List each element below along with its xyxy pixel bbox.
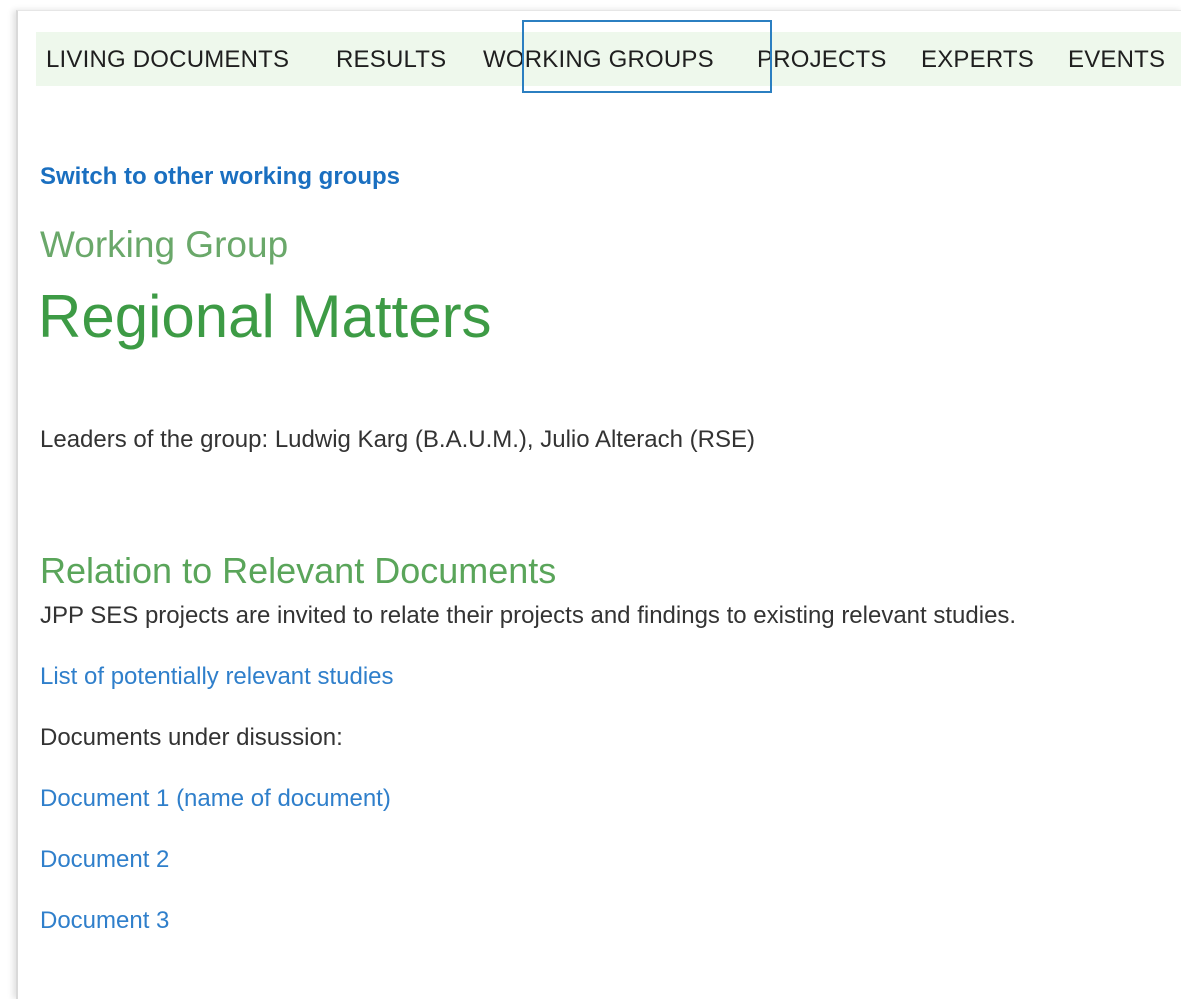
document-link-3[interactable]: Document 3 [40, 907, 169, 935]
relevant-studies-link[interactable]: List of potentially relevant studies [40, 663, 394, 691]
nav-item-living-documents[interactable]: LIVING DOCUMENTS [46, 44, 289, 76]
switch-working-groups-link[interactable]: Switch to other working groups [40, 163, 400, 191]
group-leaders-text: Leaders of the group: Ludwig Karg (B.A.U… [40, 426, 755, 453]
page-title: Regional Matters [38, 283, 492, 350]
nav-item-results[interactable]: RESULTS [336, 44, 446, 76]
document-link-2[interactable]: Document 2 [40, 846, 169, 874]
documents-under-discussion-label: Documents under disussion: [40, 724, 343, 751]
relation-section-heading: Relation to Relevant Documents [40, 550, 557, 591]
working-group-kicker: Working Group [40, 224, 289, 265]
relation-section-description: JPP SES projects are invited to relate t… [40, 602, 1017, 629]
nav-item-working-groups[interactable]: WORKING GROUPS [483, 44, 714, 76]
nav-item-projects[interactable]: PROJECTS [757, 44, 887, 76]
document-link-1[interactable]: Document 1 (name of document) [40, 785, 391, 813]
nav-item-experts[interactable]: EXPERTS [921, 44, 1034, 76]
page-frame [16, 10, 1181, 999]
nav-item-events[interactable]: EVENTS [1068, 44, 1165, 76]
